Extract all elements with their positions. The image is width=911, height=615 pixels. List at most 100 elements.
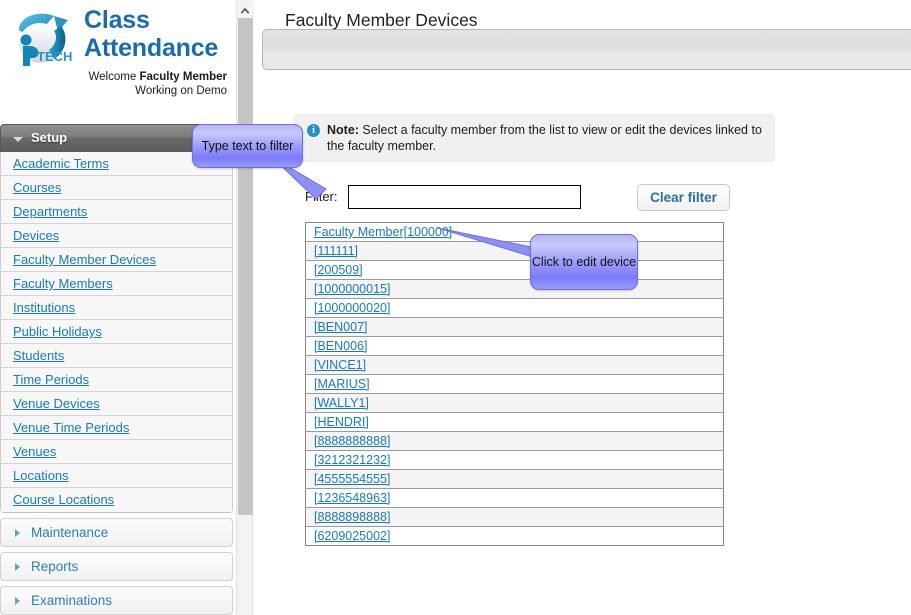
- table-row[interactable]: [MARIUS]: [305, 374, 724, 394]
- sidebar-link-venues[interactable]: Venues: [13, 444, 56, 459]
- device-cell[interactable]: [HENDRI]: [305, 412, 724, 432]
- table-row[interactable]: Faculty Member[100000]: [305, 222, 724, 242]
- table-row[interactable]: [8888898888]: [305, 507, 724, 527]
- vertical-scrollbar[interactable]: [236, 0, 254, 615]
- device-cell[interactable]: [1000000015]: [305, 279, 724, 299]
- sidebar-link-faculty-member-devices[interactable]: Faculty Member Devices: [13, 252, 156, 267]
- sidebar-item-venues[interactable]: Venues: [1, 440, 232, 464]
- chevron-right-icon: [15, 529, 20, 537]
- sidebar-link-venue-time-periods[interactable]: Venue Time Periods: [13, 420, 129, 435]
- device-cell[interactable]: [3212321232]: [305, 450, 724, 470]
- device-cell[interactable]: [200509]: [305, 260, 724, 280]
- device-link[interactable]: [8888898888]: [314, 510, 390, 524]
- sidebar-link-courses[interactable]: Courses: [13, 180, 61, 195]
- callout-edit-text: Click to edit device: [531, 254, 637, 269]
- sidebar-item-courses[interactable]: Courses: [1, 176, 232, 200]
- device-link[interactable]: Faculty Member[100000]: [314, 225, 452, 239]
- page-brand-title: Class Attendance: [84, 6, 219, 62]
- sidebar-item-locations[interactable]: Locations: [1, 464, 232, 488]
- sidebar-item-course-locations[interactable]: Course Locations: [1, 488, 232, 512]
- table-row[interactable]: [1000000015]: [305, 279, 724, 299]
- device-link[interactable]: [VINCE1]: [314, 358, 366, 372]
- device-link[interactable]: [6209025002]: [314, 529, 390, 543]
- page-title: Faculty Member Devices: [285, 10, 478, 30]
- device-cell[interactable]: [VINCE1]: [305, 355, 724, 375]
- table-row[interactable]: [1236548963]: [305, 488, 724, 508]
- device-cell[interactable]: [1236548963]: [305, 488, 724, 508]
- chevron-right-icon: [15, 563, 20, 571]
- sidebar-section-reports[interactable]: Reports: [0, 552, 233, 581]
- device-cell[interactable]: [8888898888]: [305, 507, 724, 527]
- sidebar-section-examinations-label: Examinations: [31, 593, 113, 608]
- table-row[interactable]: [HENDRI]: [305, 412, 724, 432]
- sidebar-link-faculty-members[interactable]: Faculty Members: [13, 276, 113, 291]
- table-row[interactable]: [3212321232]: [305, 450, 724, 470]
- clear-filter-button[interactable]: Clear filter: [637, 184, 730, 211]
- sidebar-section-maintenance[interactable]: Maintenance: [0, 518, 233, 547]
- sidebar-item-venue-devices[interactable]: Venue Devices: [1, 392, 232, 416]
- sidebar-link-course-locations[interactable]: Course Locations: [13, 492, 114, 507]
- sidebar-link-devices[interactable]: Devices: [13, 228, 59, 243]
- device-link[interactable]: [1236548963]: [314, 491, 390, 505]
- sidebar-link-departments[interactable]: Departments: [13, 204, 87, 219]
- sidebar-item-faculty-member-devices[interactable]: Faculty Member Devices: [1, 248, 232, 272]
- device-cell[interactable]: [111111]: [305, 241, 724, 261]
- sidebar-link-time-periods[interactable]: Time Periods: [13, 372, 89, 387]
- sidebar-item-time-periods[interactable]: Time Periods: [1, 368, 232, 392]
- sidebar-link-academic-terms[interactable]: Academic Terms: [13, 156, 109, 171]
- table-row[interactable]: [111111]: [305, 241, 724, 261]
- welcome-prefix: Welcome: [88, 71, 140, 83]
- table-row[interactable]: [WALLY1]: [305, 393, 724, 413]
- device-link[interactable]: [3212321232]: [314, 453, 390, 467]
- device-link[interactable]: [WALLY1]: [314, 396, 369, 410]
- callout-filter-text: Type text to filter: [201, 138, 294, 153]
- sidebar-item-institutions[interactable]: Institutions: [1, 296, 232, 320]
- device-link[interactable]: [BEN007]: [314, 320, 368, 334]
- sidebar-link-venue-devices[interactable]: Venue Devices: [13, 396, 100, 411]
- table-row[interactable]: [4555554555]: [305, 469, 724, 489]
- welcome-message: Welcome Faculty Member Working on Demo: [27, 70, 227, 98]
- sidebar-item-departments[interactable]: Departments: [1, 200, 232, 224]
- device-link[interactable]: [4555554555]: [314, 472, 390, 486]
- device-link[interactable]: [200509]: [314, 263, 363, 277]
- device-link[interactable]: [1000000015]: [314, 282, 390, 296]
- sidebar-item-devices[interactable]: Devices: [1, 224, 232, 248]
- table-row[interactable]: [VINCE1]: [305, 355, 724, 375]
- table-row[interactable]: [BEN007]: [305, 317, 724, 337]
- table-row[interactable]: [1000000020]: [305, 298, 724, 318]
- sidebar-link-locations[interactable]: Locations: [13, 468, 69, 483]
- page-header-bar: [262, 29, 911, 70]
- table-row[interactable]: [6209025002]: [305, 526, 724, 546]
- sidebar-section-examinations[interactable]: Examinations: [0, 586, 233, 615]
- sidebar-link-institutions[interactable]: Institutions: [13, 300, 75, 315]
- scrollbar-up-button[interactable]: [237, 0, 254, 17]
- device-cell[interactable]: [BEN007]: [305, 317, 724, 337]
- sidebar-link-students[interactable]: Students: [13, 348, 64, 363]
- device-cell[interactable]: [6209025002]: [305, 526, 724, 546]
- device-cell[interactable]: [WALLY1]: [305, 393, 724, 413]
- info-icon: i: [307, 124, 320, 137]
- sidebar-item-venue-time-periods[interactable]: Venue Time Periods: [1, 416, 232, 440]
- scrollbar-thumb[interactable]: [238, 18, 253, 515]
- filter-input[interactable]: [348, 185, 581, 209]
- note-banner: i Note: Select a faculty member from the…: [293, 114, 775, 162]
- device-cell[interactable]: [1000000020]: [305, 298, 724, 318]
- device-link[interactable]: [1000000020]: [314, 301, 390, 315]
- device-cell[interactable]: [4555554555]: [305, 469, 724, 489]
- device-cell[interactable]: [8888888888]: [305, 431, 724, 451]
- sidebar-item-students[interactable]: Students: [1, 344, 232, 368]
- device-link[interactable]: [HENDRI]: [314, 415, 369, 429]
- table-row[interactable]: [200509]: [305, 260, 724, 280]
- table-row[interactable]: [8888888888]: [305, 431, 724, 451]
- device-cell[interactable]: [BEN006]: [305, 336, 724, 356]
- sidebar-link-public-holidays[interactable]: Public Holidays: [13, 324, 102, 339]
- device-cell[interactable]: Faculty Member[100000]: [305, 222, 724, 242]
- sidebar-item-public-holidays[interactable]: Public Holidays: [1, 320, 232, 344]
- sidebar-item-faculty-members[interactable]: Faculty Members: [1, 272, 232, 296]
- device-link[interactable]: [BEN006]: [314, 339, 368, 353]
- device-link[interactable]: [8888888888]: [314, 434, 390, 448]
- device-cell[interactable]: [MARIUS]: [305, 374, 724, 394]
- table-row[interactable]: [BEN006]: [305, 336, 724, 356]
- device-link[interactable]: [MARIUS]: [314, 377, 370, 391]
- device-link[interactable]: [111111]: [314, 244, 358, 258]
